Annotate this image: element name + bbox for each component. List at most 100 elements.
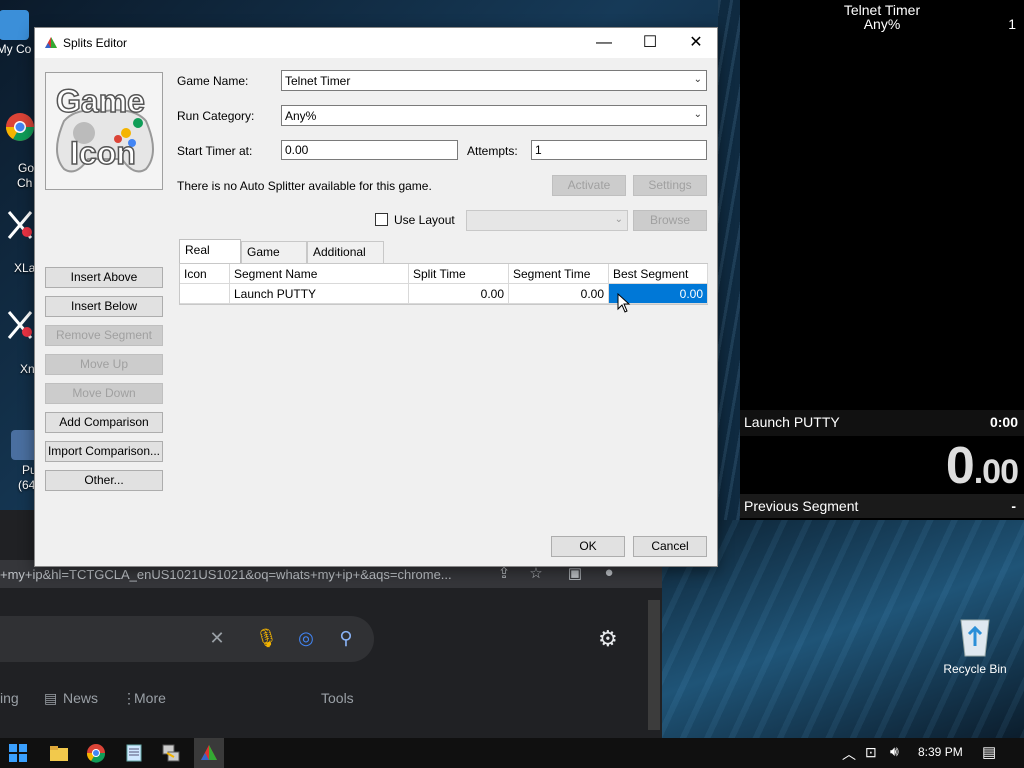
chevron-up-icon[interactable]: ︿ [842,744,856,764]
livesplit-taskbar-icon[interactable] [194,738,224,768]
attempts-field[interactable] [531,140,707,160]
address-text: +my+ip&hl=TCTGCLA_enUS1021US1021&oq=what… [0,567,452,582]
remove-segment-button[interactable]: Remove Segment [45,325,163,346]
desktop-icon-my-computer[interactable]: My Co [0,10,34,56]
desktop-label-go: Go [18,161,35,175]
desktop-label-64: (64 [18,478,36,492]
gear-icon[interactable]: ⚙ [598,626,618,652]
table-row-segment-cell[interactable]: 0.00 [509,284,609,304]
network-icon[interactable]: ⊡ [865,744,877,761]
volume-icon[interactable]: 🔊︎ [890,743,899,760]
timer-previous-segment: Previous Segment - [740,494,1024,518]
file-explorer-icon[interactable] [49,743,69,763]
use-layout-checkbox[interactable] [375,213,388,226]
tab-more[interactable]: More [134,690,166,706]
insert-below-button[interactable]: Insert Below [45,296,163,317]
timer-segment-name: Launch PUTTY [744,414,840,430]
settings-button[interactable]: Settings [633,175,707,196]
desktop-label-xn: Xn [20,362,35,376]
news-icon: ▤ [44,690,58,706]
minimize-icon[interactable]: — [581,28,627,58]
run-category-label: Run Category: [177,109,255,123]
dialog-title: Splits Editor [63,36,128,50]
splits-editor-dialog[interactable]: Splits Editor — ☐ ✕ Game Icon Game Name:… [34,27,718,567]
computer-icon [0,10,29,40]
game-name-combo[interactable]: Telnet Timer ⌄ [281,70,707,91]
timer-segment-row: Launch PUTTY 0:00 [740,410,1024,436]
dialog-titlebar[interactable]: Splits Editor — ☐ ✕ [35,28,717,58]
add-comparison-button[interactable]: Add Comparison [45,412,163,433]
column-header-segment-time[interactable]: Segment Time [509,264,609,284]
game-icon-text-1: Game [55,82,145,120]
timer-window[interactable]: Telnet Timer Any% 1 Launch PUTTY 0:00 0.… [740,0,1024,520]
start-timer-field[interactable] [281,140,458,160]
search-tabs: ing ▤ News ⋮ More Tools [0,690,640,710]
notepad-icon[interactable] [124,743,144,763]
tab-tools[interactable]: Tools [321,690,354,706]
insert-above-button[interactable]: Insert Above [45,267,163,288]
other-button[interactable]: Other... [45,470,163,491]
move-up-button[interactable]: Move Up [45,354,163,375]
tab-news[interactable]: News [63,690,98,706]
chevron-down-icon: ⌄ [614,214,623,225]
chrome-taskbar-icon[interactable] [86,743,106,763]
timer-segment-time: 0:00 [989,414,1018,430]
cancel-button[interactable]: Cancel [633,536,707,557]
desktop-icon-recycle-bin[interactable]: Recycle Bin [940,614,1010,676]
tab-additional-info[interactable]: Additional Info [307,241,384,279]
chevron-down-icon: ⌄ [693,74,702,85]
activate-button[interactable]: Activate [552,175,626,196]
table-row-split-cell[interactable]: 0.00 [409,284,509,304]
timer-category: Any% [863,16,901,32]
x-icon [7,311,33,339]
notification-icon[interactable]: ▤ [982,743,996,761]
camera-search-icon[interactable]: ◎ [295,628,317,650]
microphone-icon[interactable]: 🎙 [255,628,278,650]
table-row-icon-cell[interactable] [180,284,230,304]
start-timer-input[interactable] [282,141,457,159]
ok-button[interactable]: OK [551,536,625,557]
timer-main-time: 0.00 [945,437,1019,495]
mouse-cursor-icon [617,293,631,313]
recycle-bin-icon [960,619,990,657]
x-icon [7,211,33,239]
run-category-combo[interactable]: Any% ⌄ [281,105,707,126]
chrome-icon [6,113,34,141]
game-icon-text-2: Icon [69,134,136,172]
column-header-segment-name[interactable]: Segment Name [230,264,409,284]
search-icon[interactable]: ⚲ [335,628,357,650]
desktop-label-ch: Ch [17,176,33,190]
taskbar: ︿ ⊡ 🔊︎ 8:39 PM ▤ [0,738,1024,768]
use-layout-label: Use Layout [394,213,455,227]
maximize-icon[interactable]: ☐ [627,28,673,58]
timer-attempt-count: 1 [1008,16,1016,32]
tab-shopping[interactable]: ing [0,690,19,706]
attempts-label: Attempts: [467,144,518,158]
chrome-scrollbar[interactable] [648,600,660,730]
taskbar-clock[interactable]: 8:39 PM [918,745,963,759]
table-row-name-cell[interactable]: Launch PUTTY [230,284,409,304]
putty-taskbar-icon[interactable] [161,743,181,763]
windows-start-icon[interactable] [8,743,28,763]
desktop-label-xla: XLa [14,261,36,275]
search-box[interactable]: ✕ 🎙 ◎ ⚲ [0,616,374,662]
desktop-wallpaper-strip [718,0,740,520]
column-header-icon[interactable]: Icon [180,264,230,284]
clear-icon[interactable]: ✕ [206,628,228,650]
autosplitter-status: There is no Auto Splitter available for … [177,179,432,193]
chevron-down-icon: ⌄ [693,109,702,120]
attempts-input[interactable] [532,141,706,159]
start-timer-label: Start Timer at: [177,144,253,158]
game-icon-picture[interactable]: Game Icon [45,72,163,190]
column-header-split-time[interactable]: Split Time [409,264,509,284]
import-comparison-button[interactable]: Import Comparison... [45,441,163,462]
game-name-label: Game Name: [177,74,249,88]
browse-button[interactable]: Browse [633,210,707,231]
layout-combo[interactable]: ⌄ [466,210,628,231]
move-down-button[interactable]: Move Down [45,383,163,404]
close-icon[interactable]: ✕ [673,28,719,58]
column-header-best-segment[interactable]: Best Segment [609,264,708,284]
tab-real-time[interactable]: Real Time [179,239,241,277]
livesplit-icon [45,37,57,48]
tab-game-time[interactable]: Game Time [241,241,307,279]
